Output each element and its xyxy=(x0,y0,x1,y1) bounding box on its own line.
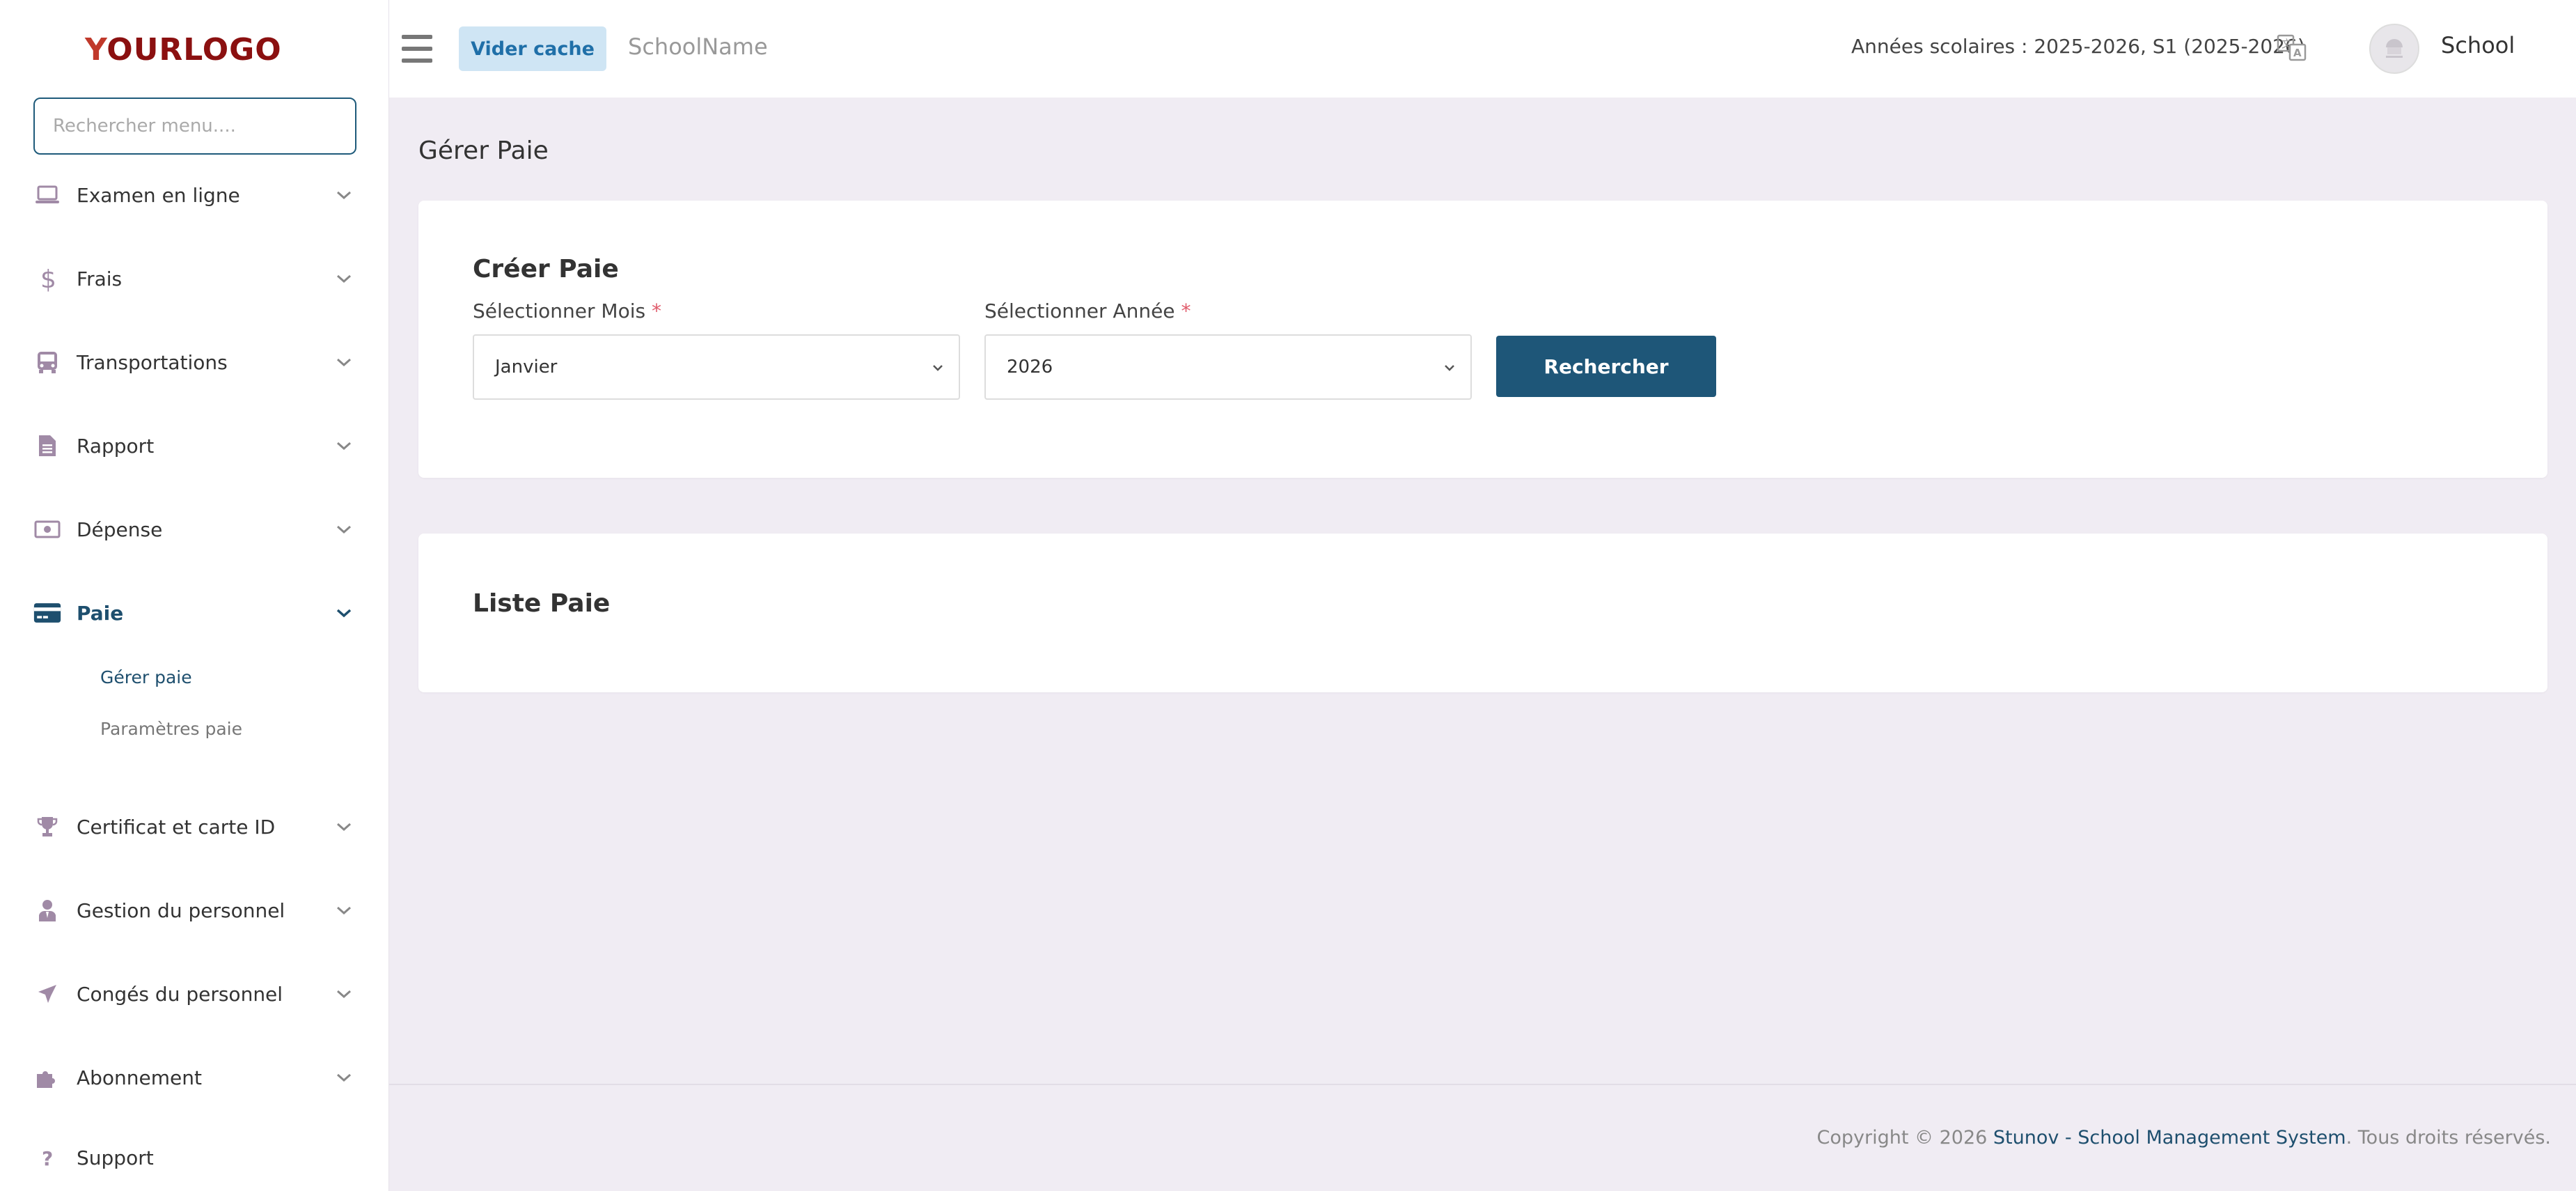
user-avatar[interactable] xyxy=(2369,24,2419,74)
logo-text: OURLOGO xyxy=(107,32,282,68)
svg-text:?: ? xyxy=(42,1147,53,1169)
money-bill-icon xyxy=(33,515,61,543)
school-name: SchoolName xyxy=(628,33,768,60)
academic-years[interactable]: Années scolaires : 2025-2026, S1 (2025-2… xyxy=(1851,35,2305,58)
svg-text:A: A xyxy=(2293,47,2302,59)
laptop-icon xyxy=(33,181,61,209)
footer-brand-link[interactable]: Stunov - School Management System xyxy=(1993,1127,2346,1149)
top-header: Vider cache SchoolName Années scolaires … xyxy=(389,0,2576,98)
sidebar-item-label: Dépense xyxy=(77,517,163,541)
sidebar-item-label: Gestion du personnel xyxy=(77,898,285,922)
chevron-down-icon xyxy=(929,359,946,376)
sidebar-item-rapport[interactable]: Rapport xyxy=(0,418,389,474)
svg-text:$: $ xyxy=(40,265,56,292)
page-title: Gérer Paie xyxy=(418,137,549,165)
logo-first-letter: Y xyxy=(85,32,107,68)
puzzle-icon xyxy=(33,1064,61,1091)
chevron-down-icon xyxy=(333,184,355,206)
copyright-text: Copyright © 2026 Stunov - School Managem… xyxy=(1816,1127,2551,1149)
year-select-value: 2026 xyxy=(1007,357,1053,377)
sidebar-subitem-gerer-paie[interactable]: Gérer paie xyxy=(100,667,192,687)
create-payroll-title: Créer Paie xyxy=(473,255,619,283)
clear-cache-button[interactable]: Vider cache xyxy=(459,26,606,71)
trophy-icon xyxy=(33,813,61,841)
credit-card-icon xyxy=(33,599,61,627)
dollar-icon: $ xyxy=(33,265,61,293)
sidebar-item-label: Paie xyxy=(77,601,124,625)
year-label: Sélectionner Année * xyxy=(984,299,1191,322)
month-select-value: Janvier xyxy=(495,357,558,377)
sidebar-item-gestion-personnel[interactable]: Gestion du personnel xyxy=(0,882,389,938)
bus-icon xyxy=(33,348,61,376)
month-select[interactable]: Janvier xyxy=(473,334,960,400)
sidebar-item-conges-personnel[interactable]: Congés du personnel xyxy=(0,966,389,1022)
hamburger-menu-icon[interactable] xyxy=(402,35,432,63)
month-label: Sélectionner Mois * xyxy=(473,299,661,322)
chevron-down-icon xyxy=(333,816,355,838)
user-name[interactable]: School xyxy=(2441,32,2515,59)
payroll-list-title: Liste Paie xyxy=(473,589,611,618)
sidebar-item-label: Congés du personnel xyxy=(77,982,283,1006)
sidebar-item-certificat[interactable]: Certificat et carte ID xyxy=(0,799,389,855)
chevron-down-icon xyxy=(333,435,355,457)
sidebar-item-examen-en-ligne[interactable]: Examen en ligne xyxy=(0,167,389,223)
sidebar: YOURLOGO Examen en ligne $ Frais Transpo… xyxy=(0,0,389,1191)
chevron-down-icon xyxy=(1441,359,1458,376)
chevron-down-icon xyxy=(333,1066,355,1089)
document-icon xyxy=(33,432,61,460)
required-mark: * xyxy=(1181,299,1191,322)
sidebar-item-support[interactable]: ? Support xyxy=(0,1130,389,1185)
sidebar-item-label: Abonnement xyxy=(77,1066,203,1089)
payroll-list-card: Liste Paie xyxy=(418,534,2547,692)
year-select[interactable]: 2026 xyxy=(984,334,1472,400)
question-icon: ? xyxy=(33,1144,61,1171)
sidebar-item-label: Examen en ligne xyxy=(77,183,240,207)
sidebar-item-depense[interactable]: Dépense xyxy=(0,501,389,557)
chevron-down-icon xyxy=(333,983,355,1005)
sidebar-item-paie[interactable]: Paie xyxy=(0,585,389,641)
sidebar-item-label: Support xyxy=(77,1146,154,1169)
sidebar-item-transportations[interactable]: Transportations xyxy=(0,334,389,390)
sidebar-item-label: Certificat et carte ID xyxy=(77,815,276,839)
menu-search-input[interactable] xyxy=(33,98,356,155)
sidebar-item-frais[interactable]: $ Frais xyxy=(0,251,389,306)
sidebar-item-label: Frais xyxy=(77,267,123,290)
logo[interactable]: YOURLOGO xyxy=(85,32,282,68)
sidebar-item-abonnement[interactable]: Abonnement xyxy=(0,1050,389,1105)
required-mark: * xyxy=(651,299,661,322)
language-translate-icon[interactable]: 文A xyxy=(2276,32,2308,64)
create-payroll-card: Créer Paie Sélectionner Mois * Janvier S… xyxy=(418,201,2547,478)
footer: Copyright © 2026 Stunov - School Managem… xyxy=(389,1084,2576,1191)
chevron-down-icon xyxy=(333,351,355,373)
sidebar-item-label: Rapport xyxy=(77,434,155,458)
chevron-down-icon xyxy=(333,899,355,921)
sidebar-subitem-parametres-paie[interactable]: Paramètres paie xyxy=(100,719,242,739)
user-tie-icon xyxy=(33,896,61,924)
search-button[interactable]: Rechercher xyxy=(1496,336,1716,397)
plane-icon xyxy=(33,980,61,1008)
chevron-down-icon xyxy=(333,267,355,290)
chevron-down-icon xyxy=(333,602,355,624)
sidebar-item-label: Transportations xyxy=(77,350,228,374)
chevron-down-icon xyxy=(333,518,355,540)
